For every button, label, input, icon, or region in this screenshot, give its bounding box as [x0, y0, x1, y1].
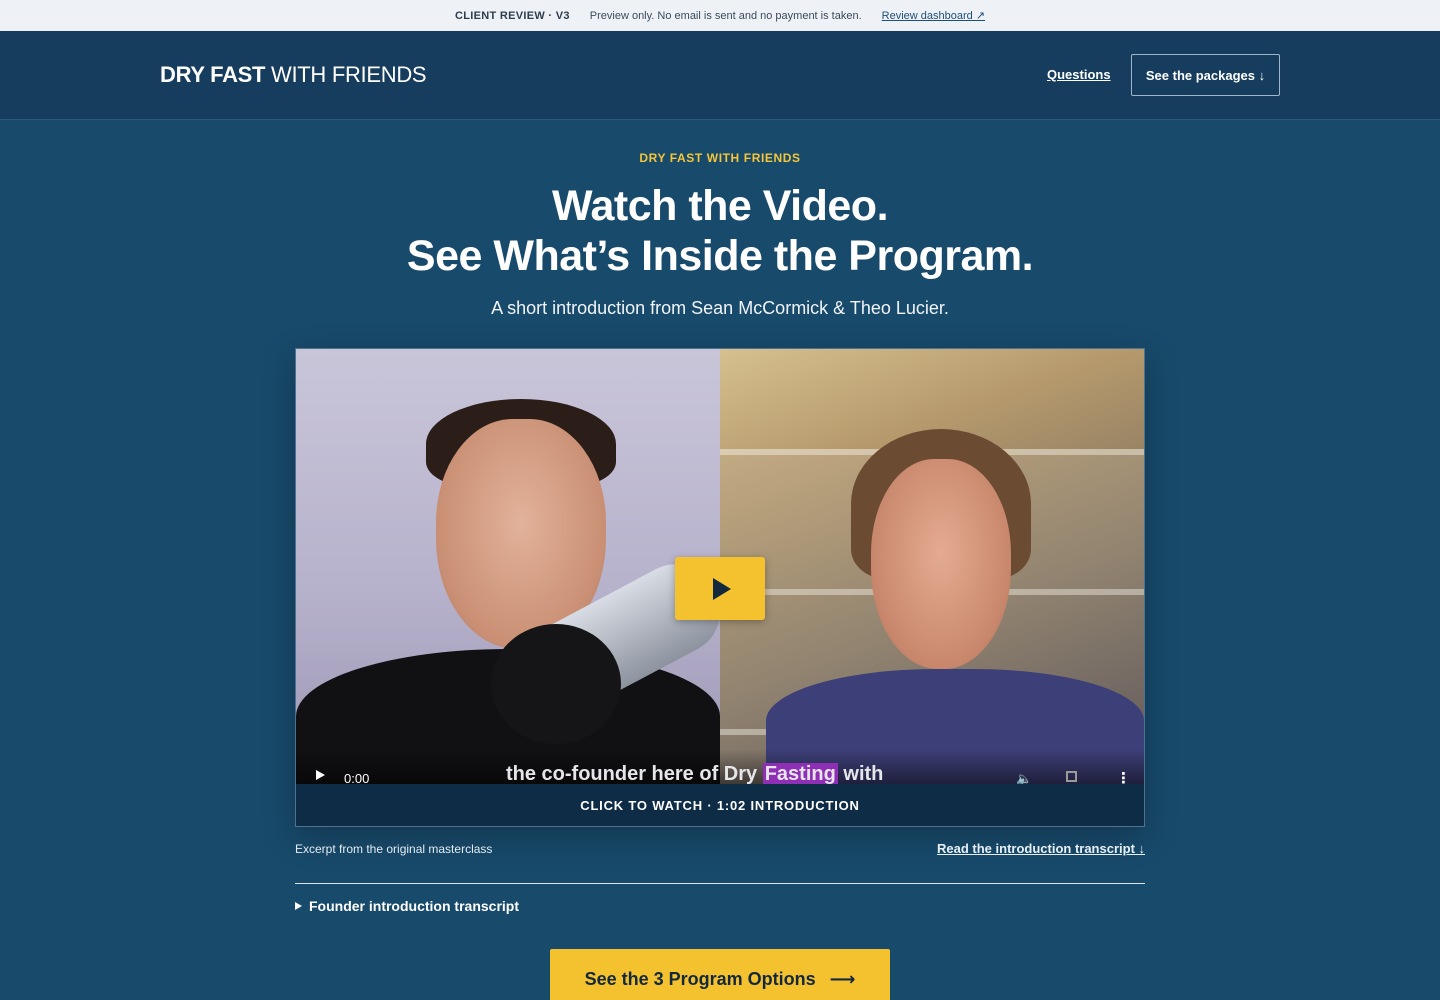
section-divider [295, 883, 1145, 884]
see-packages-button[interactable]: See the packages ↓ [1131, 54, 1280, 96]
review-version-tag: CLIENT REVIEW · V3 [454, 9, 570, 22]
microphone-head [491, 624, 621, 744]
caption-text-highlight: Fasting [762, 763, 838, 784]
intro-video-card[interactable]: 0:00 the co-founder here of Dry Fasting … [295, 348, 1145, 827]
video-caption: the co-founder here of Dry Fasting with [506, 763, 883, 784]
fullscreen-icon[interactable] [1066, 771, 1077, 782]
cta-label: See the 3 Program Options [584, 968, 816, 989]
site-logo[interactable]: DRY FAST WITH FRIENDS [160, 62, 427, 88]
client-review-banner: CLIENT REVIEW · V3 Preview only. No emai… [0, 0, 1440, 31]
read-transcript-link[interactable]: Read the introduction transcript ↓ [937, 841, 1145, 856]
excerpt-note: Excerpt from the original masterclass [295, 842, 493, 856]
site-header: DRY FAST WITH FRIENDS Questions See the … [0, 31, 1440, 120]
transcript-disclosure-label: Founder introduction transcript [309, 898, 519, 914]
transcript-disclosure[interactable]: Founder introduction transcript [295, 898, 519, 914]
nav-questions-link[interactable]: Questions [1047, 67, 1111, 82]
hero-headline: Watch the Video. See What’s Inside the P… [0, 181, 1440, 281]
more-options-icon[interactable]: ⋮ [1116, 769, 1131, 784]
hero-eyebrow: DRY FAST WITH FRIENDS [639, 151, 801, 165]
right-speaker-face [871, 459, 1011, 669]
video-player[interactable]: 0:00 the co-founder here of Dry Fasting … [296, 349, 1144, 784]
hero-subhead: A short introduction from Sean McCormick… [491, 298, 949, 318]
program-options-cta-button[interactable]: See the 3 Program Options ⟶ [550, 949, 890, 1000]
review-preview-note: Preview only. No email is sent and no pa… [589, 9, 862, 22]
logo-light-text: WITH FRIENDS [271, 62, 427, 87]
headline-line-2: See What’s Inside the Program. [406, 232, 1034, 280]
video-current-time: 0:00 [344, 771, 370, 784]
logo-bold-text: DRY FAST [160, 62, 266, 87]
arrow-right-icon: ⟶ [829, 968, 856, 989]
volume-icon[interactable]: 🔈 [1016, 771, 1032, 784]
review-dashboard-link[interactable]: Review dashboard ↗ [882, 9, 985, 22]
caption-text-pre: the co-founder here of Dry [506, 763, 763, 784]
play-icon [713, 577, 731, 600]
play-video-button[interactable] [675, 557, 765, 620]
video-controls-bar: 0:00 the co-founder here of Dry Fasting … [296, 749, 1144, 784]
headline-line-1: Watch the Video. [551, 182, 889, 230]
caption-text-post: with [837, 763, 884, 784]
disclosure-caret-icon [295, 902, 302, 910]
click-to-watch-label[interactable]: CLICK TO WATCH · 1:02 INTRODUCTION [296, 784, 1144, 826]
control-play-icon[interactable] [316, 770, 325, 780]
